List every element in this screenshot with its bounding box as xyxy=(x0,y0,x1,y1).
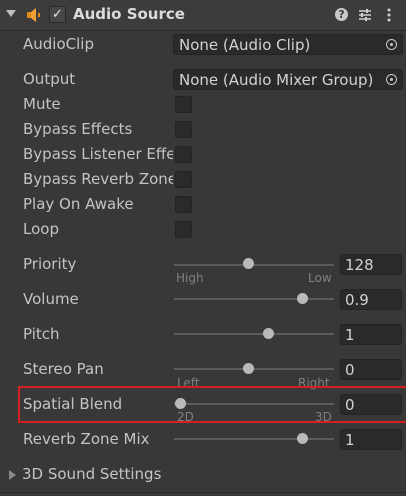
3d-sound-settings-foldout[interactable]: 3D Sound Settings xyxy=(22,465,161,483)
spatial-blend-label: Spatial Blend xyxy=(23,395,123,413)
reverb-zone-mix-input[interactable]: 1 xyxy=(340,429,402,450)
priority-slider-thumb[interactable] xyxy=(242,258,254,269)
volume-slider-thumb[interactable] xyxy=(296,293,308,304)
priority-slider-track[interactable] xyxy=(174,264,334,266)
stereo-pan-slider-thumb[interactable] xyxy=(242,363,254,374)
output-label: Output xyxy=(23,70,76,88)
priority-label: Priority xyxy=(23,255,77,273)
component-enabled-checkbox[interactable]: ✓ xyxy=(49,6,66,23)
help-icon[interactable]: ? xyxy=(334,7,350,23)
object-picker-icon[interactable] xyxy=(386,39,397,50)
bypass-effects-label: Bypass Effects xyxy=(23,120,133,138)
preset-icon[interactable] xyxy=(357,7,373,23)
bypass-reverb-zones-checkbox[interactable] xyxy=(175,171,192,188)
volume-input[interactable]: 0.9 xyxy=(340,289,402,310)
priority-max-label: Low xyxy=(308,271,332,285)
volume-label: Volume xyxy=(23,290,79,308)
spatial-blend-input[interactable]: 0 xyxy=(340,394,402,415)
volume-slider-track[interactable] xyxy=(174,298,334,300)
object-picker-icon[interactable] xyxy=(386,74,397,85)
spatial-blend-slider-thumb[interactable] xyxy=(175,398,186,409)
audio-clip-label: AudioClip xyxy=(23,35,94,53)
stereo-pan-slider-track[interactable] xyxy=(174,368,334,370)
output-value: None (Audio Mixer Group) xyxy=(179,71,374,89)
audio-clip-field[interactable]: None (Audio Clip) xyxy=(173,34,403,55)
play-on-awake-label: Play On Awake xyxy=(23,195,134,213)
spatial-blend-slider-track[interactable] xyxy=(174,403,334,405)
pitch-slider-track[interactable] xyxy=(174,333,334,335)
stereo-pan-label: Stereo Pan xyxy=(23,360,104,378)
mute-checkbox[interactable] xyxy=(175,96,192,113)
reverb-zone-mix-slider-thumb[interactable] xyxy=(296,433,308,444)
spatial-blend-min-label: 2D xyxy=(177,410,194,424)
component-title: Audio Source xyxy=(73,5,185,23)
chevron-down-icon[interactable] xyxy=(6,10,16,17)
chevron-right-icon[interactable] xyxy=(9,470,16,480)
audio-clip-value: None (Audio Clip) xyxy=(179,36,311,54)
more-options-icon[interactable] xyxy=(381,7,397,23)
spatial-blend-max-label: 3D xyxy=(315,410,332,424)
pitch-slider-thumb[interactable] xyxy=(262,328,274,339)
divider xyxy=(0,492,406,493)
bypass-listener-effects-checkbox[interactable] xyxy=(175,146,192,163)
pitch-input[interactable]: 1 xyxy=(340,324,402,345)
pitch-label: Pitch xyxy=(23,325,60,343)
mute-label: Mute xyxy=(23,95,61,113)
audio-source-icon xyxy=(27,8,40,22)
reverb-zone-mix-slider-track[interactable] xyxy=(174,438,334,440)
output-field[interactable]: None (Audio Mixer Group) xyxy=(173,69,403,90)
bypass-effects-checkbox[interactable] xyxy=(175,121,192,138)
priority-min-label: High xyxy=(176,271,204,285)
priority-input[interactable]: 128 xyxy=(340,254,402,275)
bypass-reverb-zones-label: Bypass Reverb Zone xyxy=(23,170,173,188)
play-on-awake-checkbox[interactable] xyxy=(175,196,192,213)
stereo-pan-input[interactable]: 0 xyxy=(340,359,402,380)
component-header: ✓ Audio Source ? xyxy=(0,0,406,31)
reverb-zone-mix-label: Reverb Zone Mix xyxy=(23,430,150,448)
bypass-listener-effects-label: Bypass Listener Effe xyxy=(23,145,173,163)
loop-checkbox[interactable] xyxy=(175,221,192,238)
loop-label: Loop xyxy=(23,220,59,238)
